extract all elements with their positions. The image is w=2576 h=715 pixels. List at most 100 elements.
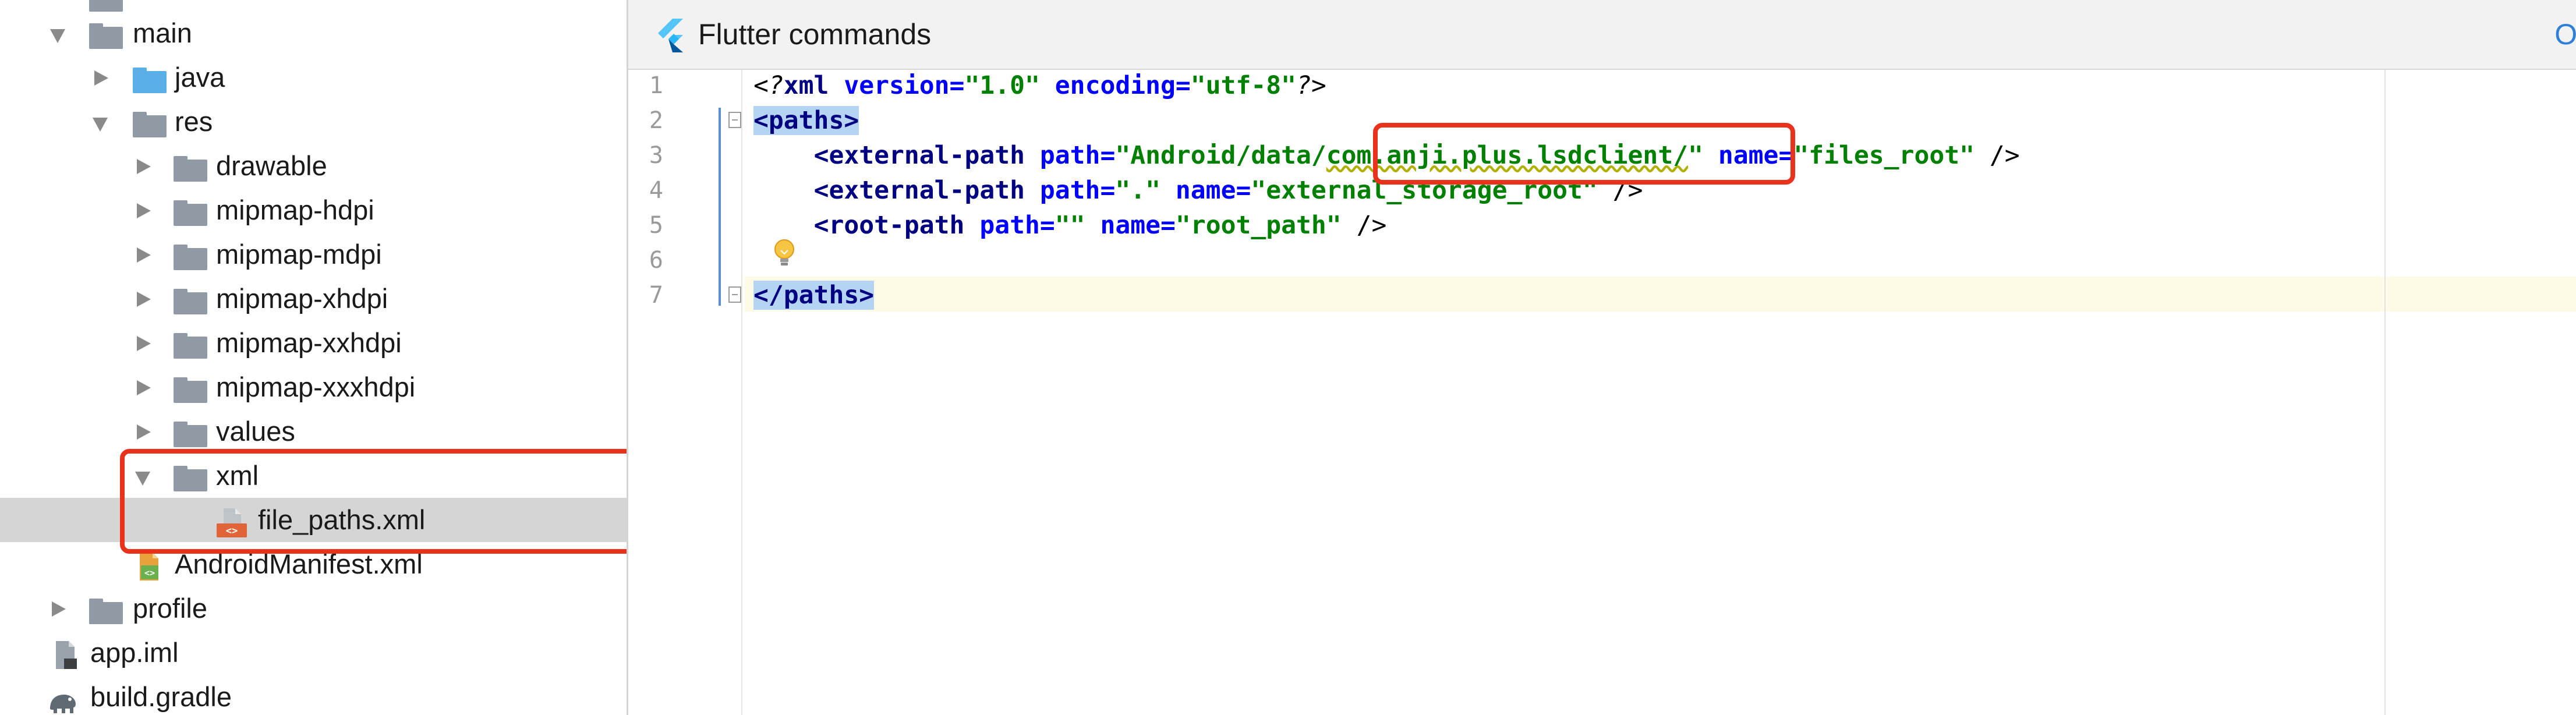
fold-marker-icon[interactable] (728, 112, 741, 128)
folder-icon (174, 422, 207, 447)
banner-title: Flutter commands (698, 18, 932, 51)
code-token: encoding= (1039, 71, 1191, 100)
tree-item-label: values (216, 416, 295, 447)
folder-icon (174, 200, 207, 226)
code-token: /> (1975, 141, 2020, 170)
right-margin-guide (2384, 70, 2386, 715)
lightbulb-icon[interactable] (772, 238, 797, 270)
tree-row-mipmap-xxxhdpi[interactable]: mipmap-xxxhdpi (0, 365, 627, 409)
expand-arrow-icon[interactable] (137, 247, 151, 263)
code-token: path= (964, 211, 1055, 240)
expand-arrow-icon[interactable] (137, 380, 151, 395)
manifest-file-icon: <> (140, 553, 158, 581)
line-number: 3 (649, 142, 663, 169)
code-token: /> (1341, 211, 1387, 240)
tree-row-res[interactable]: res (0, 100, 627, 144)
project-tree: main java res drawable mipmap-hdpi mipma… (0, 0, 627, 715)
flutter-commands-banner: Flutter commands Op (628, 0, 2576, 70)
line-number: 5 (649, 212, 663, 239)
flutter-logo-icon (658, 19, 683, 52)
folder-icon (174, 156, 207, 182)
expand-arrow-icon[interactable] (137, 336, 151, 351)
tree-row-app-iml[interactable]: app.iml (0, 631, 627, 675)
line-number: 4 (649, 177, 663, 204)
code-token: "files_root" (1793, 141, 1975, 170)
tree-row-mipmap-xxhdpi[interactable]: mipmap-xxhdpi (0, 321, 627, 365)
tree-item-label: mipmap-mdpi (216, 239, 382, 270)
code-editor[interactable]: Flutter commands Op 1 2 3 4 5 6 7 <?xml … (628, 0, 2576, 715)
code-token: name= (1085, 211, 1176, 240)
code-token: path= (1025, 176, 1116, 205)
tree-item-label: main (133, 17, 192, 48)
tree-row-mipmap-hdpi[interactable]: mipmap-hdpi (0, 188, 627, 232)
tree-item-label: java (175, 62, 225, 93)
code-line-1[interactable]: <?xml version="1.0" encoding="utf-8"?> (753, 68, 1326, 103)
code-token: ?> (1296, 71, 1326, 100)
collapse-arrow-icon[interactable] (93, 118, 108, 132)
tree-item-label: res (175, 106, 213, 137)
code-token: <external-path (813, 176, 1025, 205)
code-token: "root_path" (1175, 211, 1342, 240)
code-token: <external-path (813, 141, 1025, 170)
fold-marker-icon[interactable] (728, 286, 741, 303)
folder-icon (89, 23, 123, 49)
tree-item-label: profile (133, 593, 208, 624)
code-token: </paths> (753, 281, 875, 310)
source-folder-icon (133, 68, 167, 93)
line-number: 2 (649, 107, 663, 134)
current-line-highlight (742, 277, 2576, 312)
expand-arrow-icon[interactable] (137, 424, 151, 440)
code-line-5[interactable]: <root-path path="" name="root_path" /> (753, 208, 1387, 243)
annotation-highlight-package-name (1373, 123, 1795, 185)
tree-item-label: build.gradle (90, 681, 232, 712)
line-number: 7 (649, 282, 663, 309)
folder-icon (89, 599, 123, 624)
tree-row-profile[interactable]: profile (0, 586, 627, 631)
code-line-7[interactable]: </paths> (753, 278, 875, 313)
tree-item-label: mipmap-hdpi (216, 194, 374, 225)
expand-arrow-icon[interactable] (137, 292, 151, 307)
expand-arrow-icon[interactable] (52, 601, 66, 617)
code-token: name= (1160, 176, 1251, 205)
tree-item-label: app.iml (90, 637, 179, 668)
line-number: 1 (649, 72, 663, 99)
folder-icon (89, 0, 123, 12)
code-token: "1.0" (964, 71, 1040, 100)
collapse-arrow-icon[interactable] (50, 29, 65, 43)
folder-icon (174, 245, 207, 270)
folder-icon (174, 377, 207, 403)
tree-row-main[interactable]: main (0, 11, 627, 55)
fold-range-indicator (719, 108, 721, 306)
tree-row-drawable[interactable]: drawable (0, 144, 627, 188)
code-token: "." (1115, 176, 1161, 205)
folder-icon (133, 112, 167, 137)
code-token: "utf-8" (1190, 71, 1297, 100)
expand-arrow-icon[interactable] (94, 70, 108, 86)
code-token: "Android/data/ (1115, 141, 1326, 170)
tree-row-java[interactable]: java (0, 55, 627, 100)
folder-icon (174, 333, 207, 359)
tree-item-label: mipmap-xxhdpi (216, 327, 402, 358)
tree-row-build-gradle[interactable]: build.gradle (0, 675, 627, 715)
line-number: 6 (649, 247, 663, 274)
tree-row-values[interactable]: values (0, 409, 627, 454)
code-line-2[interactable]: <paths> (753, 103, 859, 138)
tree-row-mipmap-mdpi[interactable]: mipmap-mdpi (0, 232, 627, 277)
gutter-divider (741, 70, 742, 715)
tree-row-mipmap-xhdpi[interactable]: mipmap-xhdpi (0, 277, 627, 321)
annotation-highlight-xml-folder (120, 449, 627, 554)
tree-item-label: mipmap-xhdpi (216, 283, 388, 314)
banner-open-link[interactable]: Op (2554, 0, 2576, 69)
svg-text:<>: <> (144, 568, 155, 578)
code-token: <root-path (813, 211, 965, 240)
expand-arrow-icon[interactable] (137, 159, 151, 174)
gradle-icon (50, 695, 76, 713)
tree-item-label: drawable (216, 150, 327, 181)
expand-arrow-icon[interactable] (137, 203, 151, 218)
tree-item-label: mipmap-xxxhdpi (216, 371, 416, 402)
folder-icon (174, 289, 207, 314)
code-token: path= (1025, 141, 1116, 170)
